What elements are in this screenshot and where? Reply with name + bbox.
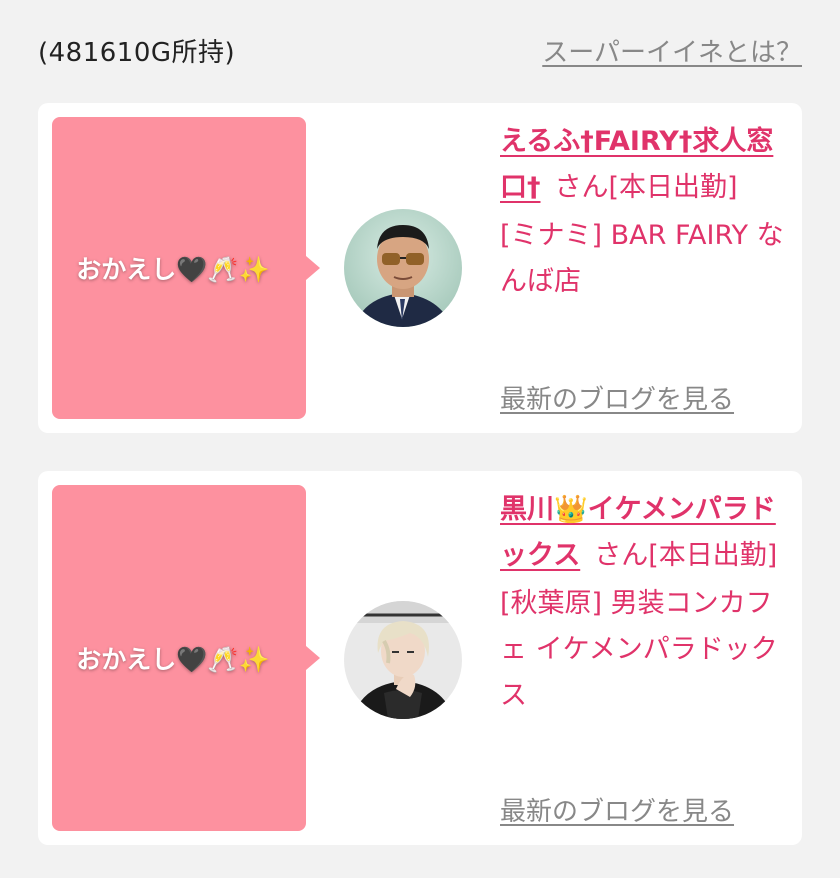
shop-location: [ミナミ] BAR FAIRY なんば店 [500,220,784,297]
shop-location: [秋葉原] 男装コンカフェ イケメンパラドックス [500,588,778,711]
honorific-status: さん[本日出勤] [594,540,778,571]
message-text: おかえし🖤🥂✨ [76,255,270,284]
latest-blog-link[interactable]: 最新のブログを見る [500,791,734,828]
shop-name-line: えるふ†FAIRY†求人窓口† さん[本日出勤] [500,119,790,211]
shop-info: えるふ†FAIRY†求人窓口† さん[本日出勤] [ミナミ] BAR FAIRY … [500,119,790,305]
super-iine-help-link[interactable]: スーパーイイネとは？ [542,32,802,69]
blonde-host-avatar-icon[interactable] [344,601,462,719]
message-text: おかえし🖤🥂✨ [76,645,270,674]
points-balance: (481610G所持) [38,38,236,68]
iine-card: おかえし🖤🥂✨ えるふ†FAIRY†求人窓口† さん[本日出勤] [ミナミ] B… [38,103,802,433]
iine-card: おかえし🖤🥂✨ 黒川👑イケメンパラドックス さん[本日出勤] [秋葉原] 男装コ… [38,471,802,845]
header-bar: (481610G所持) スーパーイイネとは？ [0,0,840,100]
man-sunglasses-avatar-icon[interactable] [344,209,462,327]
message-bubble: おかえし🖤🥂✨ [52,117,320,419]
message-bubble: おかえし🖤🥂✨ [52,485,320,831]
shop-info: 黒川👑イケメンパラドックス さん[本日出勤] [秋葉原] 男装コンカフェ イケメン… [500,487,790,719]
honorific-status: さん[本日出勤] [554,172,738,203]
latest-blog-link[interactable]: 最新のブログを見る [500,379,734,416]
shop-name-line: 黒川👑イケメンパラドックス さん[本日出勤] [500,487,790,579]
